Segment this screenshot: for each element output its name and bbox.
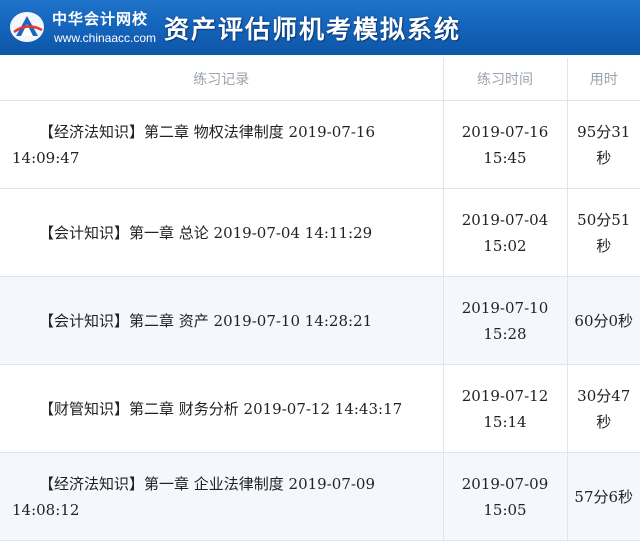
column-header-duration: 用时 bbox=[567, 58, 640, 101]
record-title[interactable]: 【财管知识】第二章 财务分析 2019-07-12 14:43:17 bbox=[0, 364, 444, 453]
duration: 30分47秒 bbox=[567, 364, 640, 453]
record-title[interactable]: 【经济法知识】第二章 物权法律制度 2019-07-16 14:09:47 bbox=[0, 100, 444, 189]
practice-time: 2019-07-12 15:14 bbox=[443, 364, 568, 453]
brand-name: 中华会计网校 bbox=[52, 10, 149, 28]
record-title[interactable]: 【会计知识】第一章 总论 2019-07-04 14:11:29 bbox=[0, 188, 444, 277]
practice-time: 2019-07-10 15:28 bbox=[443, 276, 568, 365]
table-row[interactable]: 【财管知识】第二章 财务分析 2019-07-12 14:43:17 2019-… bbox=[0, 364, 640, 453]
column-header-time: 练习时间 bbox=[443, 58, 568, 101]
record-title[interactable]: 【会计知识】第二章 资产 2019-07-10 14:28:21 bbox=[0, 276, 444, 365]
table-row[interactable]: 【会计知识】第二章 资产 2019-07-10 14:28:21 2019-07… bbox=[0, 276, 640, 365]
table-row[interactable]: 【会计知识】第一章 总论 2019-07-04 14:11:29 2019-07… bbox=[0, 188, 640, 277]
logo-icon bbox=[10, 12, 44, 42]
duration: 60分0秒 bbox=[567, 276, 640, 365]
practice-time: 2019-07-04 15:02 bbox=[443, 188, 568, 277]
record-title[interactable]: 【经济法知识】第一章 企业法律制度 2019-07-09 14:08:12 bbox=[0, 452, 444, 541]
duration: 95分31秒 bbox=[567, 100, 640, 189]
table-row[interactable]: 【经济法知识】第二章 物权法律制度 2019-07-16 14:09:47 20… bbox=[0, 100, 640, 189]
practice-records-table: 练习记录 练习时间 用时 【经济法知识】第二章 物权法律制度 2019-07-1… bbox=[0, 58, 640, 541]
system-title: 资产评估师机考模拟系统 bbox=[164, 15, 462, 44]
table-row[interactable]: 【经济法知识】第一章 企业法律制度 2019-07-09 14:08:12 20… bbox=[0, 452, 640, 541]
duration: 57分6秒 bbox=[567, 452, 640, 541]
duration: 50分51秒 bbox=[567, 188, 640, 277]
table-header-row: 练习记录 练习时间 用时 bbox=[0, 58, 640, 101]
brand-domain: www.chinaacc.com bbox=[54, 31, 157, 45]
column-header-record: 练习记录 bbox=[0, 58, 444, 101]
practice-time: 2019-07-09 15:05 bbox=[443, 452, 568, 541]
practice-time: 2019-07-16 15:45 bbox=[443, 100, 568, 189]
header-banner: 中华会计网校 www.chinaacc.com 资产评估师机考模拟系统 bbox=[0, 0, 640, 55]
